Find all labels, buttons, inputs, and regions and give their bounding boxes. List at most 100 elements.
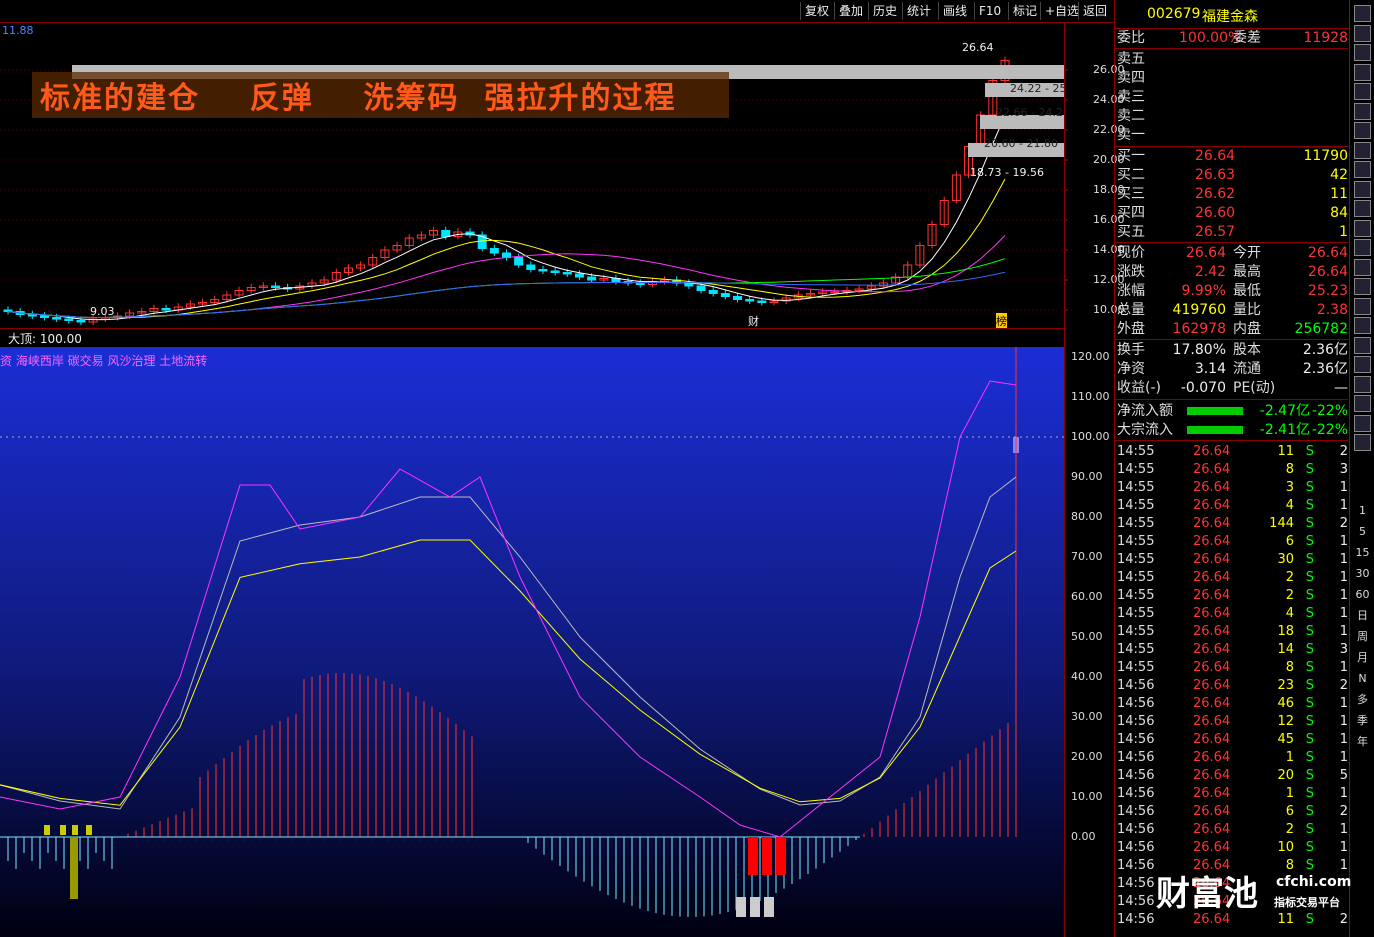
tick-price: 26.64	[1193, 624, 1231, 639]
stat-label: 量比	[1233, 302, 1261, 318]
bid-row[interactable]: 买五 26.57 1	[1117, 223, 1348, 242]
period-5-button[interactable]: 5	[1353, 523, 1372, 541]
tick-time: 14:56	[1117, 696, 1155, 711]
ask-row[interactable]: 卖一	[1117, 126, 1348, 145]
indicator-axis-label: 80.00	[1071, 510, 1103, 523]
news-icon[interactable]	[1354, 200, 1371, 217]
bid-volume: 11	[1330, 186, 1348, 202]
toolbar-mark-button[interactable]: 标记	[1008, 2, 1041, 20]
candle-body	[550, 270, 560, 273]
ask-row[interactable]: 卖五	[1117, 50, 1348, 69]
candle-body	[635, 282, 645, 285]
period-sidebar: 1 5 15 30 60 日周月 N 多季年	[1349, 0, 1374, 937]
bid-row[interactable]: 买一 26.64 11790	[1117, 147, 1348, 166]
tick-count: 2	[1339, 444, 1348, 459]
flow-label: 净流入额	[1117, 403, 1173, 419]
toolbar-f10-button[interactable]: F10	[974, 2, 1005, 20]
book-icon[interactable]	[1354, 180, 1371, 198]
tick-side: S	[1305, 768, 1314, 783]
bid-label: 买五	[1117, 224, 1145, 240]
stat-row: 净资 3.14 流通 2.36亿	[1117, 360, 1348, 379]
signal-bar-yellow	[86, 825, 92, 835]
tick-time: 14:55	[1117, 624, 1155, 639]
ask-row[interactable]: 卖四	[1117, 69, 1348, 88]
target-icon[interactable]	[1354, 297, 1371, 315]
tick-price: 26.64	[1193, 768, 1231, 783]
tick-price: 26.64	[1193, 516, 1231, 531]
candle-body	[574, 273, 584, 278]
period-N-button[interactable]: N	[1353, 670, 1372, 688]
rank-marker[interactable]: 榜	[996, 313, 1007, 329]
chart-icon[interactable]	[1354, 63, 1371, 81]
bid-row[interactable]: 买四 26.60 84	[1117, 204, 1348, 223]
toolbar-overlay-button[interactable]: 叠加	[834, 2, 867, 20]
tick-side: S	[1305, 534, 1314, 549]
toolbar-back-button[interactable]: 返回	[1078, 2, 1111, 20]
fs-icon[interactable]	[1354, 414, 1371, 432]
doc-icon[interactable]	[1354, 239, 1371, 256]
doc-icon[interactable]	[1354, 141, 1371, 159]
rsi-icon[interactable]	[1354, 336, 1371, 354]
ask-row[interactable]: 卖三	[1117, 88, 1348, 107]
tick-volume: 4	[1285, 498, 1294, 513]
tick-side: S	[1305, 462, 1314, 477]
stat-row: 换手 17.80% 股本 2.36亿	[1117, 341, 1348, 360]
stat-label: 流通	[1233, 361, 1261, 377]
tick-price: 26.64	[1193, 606, 1231, 621]
refresh-icon[interactable]	[1354, 434, 1371, 451]
candle-body	[708, 290, 718, 294]
period-15-button[interactable]: 15	[1353, 544, 1372, 562]
line-chart-icon[interactable]	[1354, 317, 1371, 334]
stat-label: 总量	[1117, 302, 1145, 318]
period-季-button[interactable]: 季	[1353, 712, 1372, 730]
toolbar-history-button[interactable]: 历史	[868, 2, 901, 20]
grid-icon[interactable]	[1354, 83, 1371, 100]
toolbar-stats-button[interactable]: 统计	[902, 2, 935, 20]
kline-chart[interactable]	[0, 23, 1114, 328]
tick-side: S	[1305, 840, 1314, 855]
tick-row: 14:56 26.64 45 S 1	[1117, 731, 1348, 749]
tick-row: 14:56 26.64 6 S 2	[1117, 803, 1348, 821]
bid-row[interactable]: 买三 26.62 11	[1117, 185, 1348, 204]
tick-time: 14:55	[1117, 444, 1155, 459]
finance-marker[interactable]: 财	[748, 313, 759, 329]
period-30-button[interactable]: 30	[1353, 565, 1372, 583]
arrow-up-icon[interactable]	[1354, 5, 1371, 22]
toolbar-add-watchlist-button[interactable]: +自选	[1040, 2, 1083, 20]
period-月-button[interactable]: 月	[1353, 649, 1372, 667]
tick-volume: 8	[1285, 858, 1294, 873]
move-icon[interactable]	[1354, 375, 1371, 393]
s-icon[interactable]	[1354, 356, 1371, 373]
fund-icon[interactable]	[1354, 161, 1371, 178]
ask-row[interactable]: 卖二	[1117, 107, 1348, 126]
period-周-button[interactable]: 周	[1353, 628, 1372, 646]
calendar-icon[interactable]	[1354, 219, 1371, 237]
period-日-button[interactable]: 日	[1353, 607, 1372, 625]
flow-pct: -22%	[1311, 403, 1348, 419]
candle-body	[3, 309, 13, 312]
fz-icon[interactable]	[1354, 258, 1371, 276]
period-1-button[interactable]: 1	[1353, 502, 1372, 520]
line-chart-icon[interactable]	[1354, 102, 1371, 120]
rmb-icon[interactable]	[1354, 278, 1371, 295]
period-年-button[interactable]: 年	[1353, 733, 1372, 751]
tick-side: S	[1305, 822, 1314, 837]
arrow-down-icon[interactable]	[1354, 44, 1371, 61]
stat-value: 256782	[1294, 321, 1348, 337]
arrow-up-icon[interactable]	[1354, 24, 1371, 42]
tick-time: 14:56	[1117, 894, 1155, 909]
period-多-button[interactable]: 多	[1353, 691, 1372, 709]
bid-row[interactable]: 买二 26.63 42	[1117, 166, 1348, 185]
tick-volume: 11	[1277, 912, 1294, 927]
candle-icon[interactable]	[1354, 122, 1371, 139]
pen-icon[interactable]	[1354, 395, 1371, 412]
period-60-button[interactable]: 60	[1353, 586, 1372, 604]
toolbar-fuquan-button[interactable]: 复权	[800, 2, 833, 20]
indicator-chart[interactable]	[0, 347, 1064, 937]
tick-volume: 1	[1285, 750, 1294, 765]
bid-price: 26.62	[1195, 186, 1236, 202]
stat-row: 收益(-) -0.070 PE(动) —	[1117, 379, 1348, 398]
toolbar-draw-button[interactable]: 画线	[938, 2, 971, 20]
stat-label: 内盘	[1233, 321, 1261, 337]
stat-value: 9.99%	[1181, 283, 1226, 299]
